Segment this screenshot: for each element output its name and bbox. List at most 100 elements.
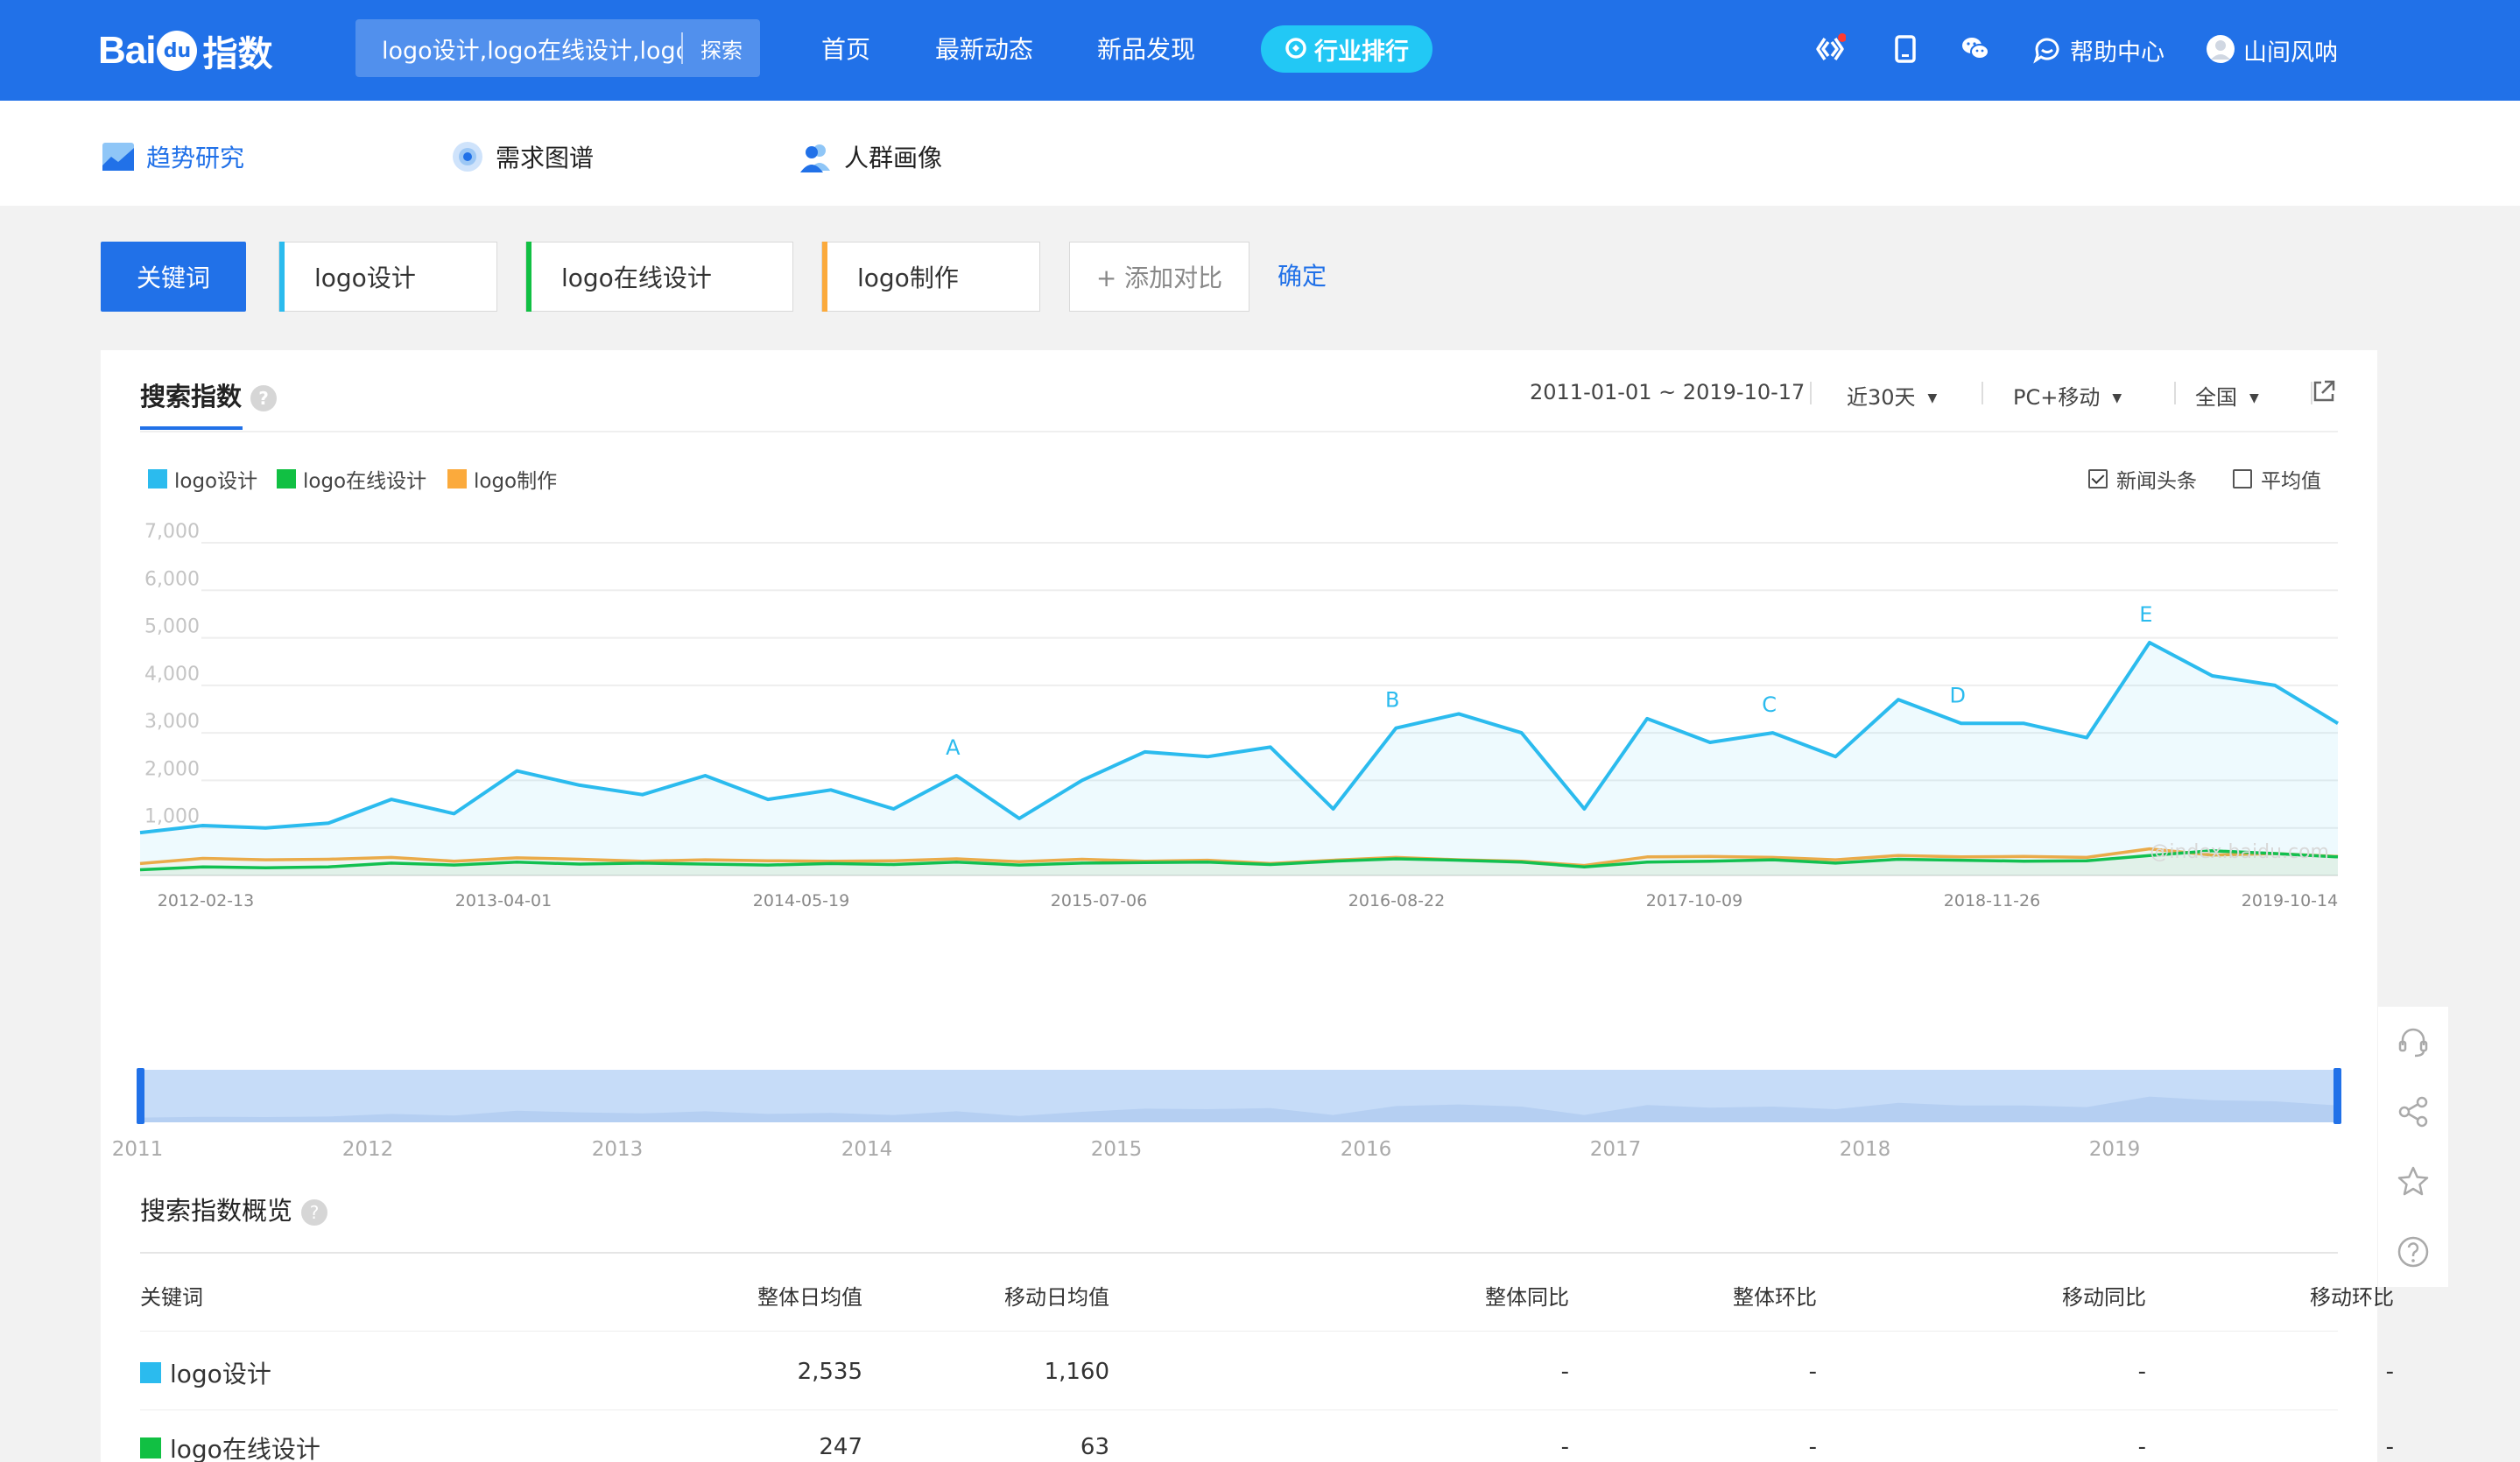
slider-year-label: 2019: [2089, 1138, 2141, 1161]
keyword-box-1[interactable]: logo设计: [278, 242, 497, 312]
share-icon[interactable]: [2396, 1094, 2431, 1129]
floating-toolbar: [2378, 1007, 2448, 1287]
row-divider: [140, 1409, 2338, 1410]
y-tick-label: 6,000: [144, 568, 200, 590]
legend-logo-online-design[interactable]: logo在线设计: [277, 464, 426, 494]
average-checkbox[interactable]: 平均值: [2233, 464, 2321, 494]
device-value: PC+移动: [2013, 385, 2101, 410]
keyword-3-label: logo制作: [857, 264, 959, 292]
help-question-icon[interactable]: [2396, 1234, 2431, 1269]
data-point: [264, 826, 267, 829]
header-mobile-mom: 移动环比: [2310, 1285, 2394, 1310]
time-range-slider[interactable]: 2011 2012 2013 2014 2015 2016 2017 2018 2019: [101, 1059, 2377, 1173]
data-point: [1583, 808, 1586, 811]
top-navigation-bar: Bai du 指数 探索 首页 最新动态 新品发现 行业排行 帮助中心 山间风呐: [0, 0, 2520, 101]
add-compare-button[interactable]: + 添加对比: [1069, 242, 1249, 312]
slider-handle-right[interactable]: [2333, 1068, 2341, 1124]
data-point: [1144, 750, 1146, 753]
data-point: [453, 812, 455, 815]
baidu-index-logo[interactable]: Bai du 指数: [98, 16, 272, 86]
header-overall-yoy: 整体同比: [1485, 1285, 1569, 1310]
data-point: [1207, 756, 1209, 758]
data-point: [139, 832, 142, 834]
data-point: [579, 784, 581, 786]
region-dropdown[interactable]: 全国 ▼: [2195, 380, 2259, 411]
data-point: [1269, 746, 1271, 749]
tab-trend-research[interactable]: 趋势研究: [101, 139, 244, 174]
period-dropdown[interactable]: 近30天 ▼: [1847, 380, 1937, 411]
user-name[interactable]: 山间风呐: [2243, 33, 2338, 67]
row-yoy: -: [1560, 1434, 1569, 1460]
x-tick-label: 2013-04-01: [455, 891, 552, 910]
help-center-icon[interactable]: [2031, 33, 2063, 65]
confirm-button[interactable]: 确定: [1278, 257, 1327, 292]
checkbox-checked[interactable]: [2088, 469, 2108, 489]
row-keyword: logo设计: [140, 1355, 271, 1390]
question-icon[interactable]: ?: [301, 1199, 328, 1226]
search-index-line-chart[interactable]: 1,000 2,000 3,000 4,000 5,000 6,000 7,000 2012-…: [101, 517, 2377, 1042]
tab-demand-graph[interactable]: 需求图谱: [450, 139, 594, 174]
slider-year-label: 2018: [1840, 1138, 1891, 1161]
data-point: [2274, 684, 2277, 686]
row-divider: [140, 1331, 2338, 1332]
header-overall-daily-avg: 整体日均值: [757, 1285, 862, 1310]
overview-divider: [140, 1252, 2338, 1254]
period-value: 近30天: [1847, 385, 1916, 410]
nav-new-products[interactable]: 新品发现: [1097, 31, 1195, 66]
nav-home[interactable]: 首页: [821, 31, 870, 66]
tab-demand-graph-label: 需求图谱: [496, 144, 595, 172]
legend-swatch: [447, 469, 467, 489]
y-tick-label: 5,000: [144, 616, 200, 638]
keyword-label-button[interactable]: 关键词: [101, 242, 246, 312]
date-range-picker[interactable]: 2011-01-01 ~ 2019-10-17: [1530, 380, 1805, 404]
x-tick-label: 2016-08-22: [1348, 891, 1445, 910]
slider-year-label: 2012: [342, 1138, 394, 1161]
search-box: 探索: [355, 19, 760, 77]
device-dropdown[interactable]: PC+移动 ▼: [2013, 380, 2122, 411]
explore-button[interactable]: 探索: [683, 33, 760, 64]
x-tick-label: 2019-10-14: [2242, 891, 2338, 910]
user-avatar-icon[interactable]: [2205, 33, 2236, 65]
legend-logo-making[interactable]: logo制作: [447, 464, 557, 494]
logo-text: Bai: [98, 29, 156, 72]
annotation-label: B: [1385, 688, 1399, 713]
keyword-box-2[interactable]: logo在线设计: [525, 242, 793, 312]
nav-latest-news[interactable]: 最新动态: [935, 31, 1033, 66]
export-icon[interactable]: [2311, 378, 2337, 404]
header-mobile-yoy: 移动同比: [2062, 1285, 2146, 1310]
star-icon[interactable]: [2396, 1164, 2431, 1199]
data-point: [1834, 756, 1837, 758]
help-center-link[interactable]: 帮助中心: [2070, 33, 2165, 67]
sub-navigation: 趋势研究 需求图谱 人群画像: [0, 101, 2520, 206]
customer-service-icon[interactable]: [2396, 1024, 2431, 1059]
keyword-color-bar: [279, 242, 285, 312]
mobile-phone-icon[interactable]: [1890, 33, 1921, 65]
legend-swatch: [277, 469, 296, 489]
news-headline-checkbox[interactable]: 新闻头条: [2088, 464, 2197, 494]
brand-diamond-icon[interactable]: [1814, 33, 1846, 65]
data-point: [390, 798, 392, 801]
slider-year-label: 2014: [841, 1138, 893, 1161]
legend-logo-design[interactable]: logo设计: [148, 464, 257, 494]
checkbox-unchecked[interactable]: [2233, 469, 2252, 489]
data-point: [2023, 722, 2025, 725]
logo-text-zhishu: 指数: [202, 34, 273, 74]
data-point: [1960, 722, 1962, 725]
y-tick-label: 2,000: [144, 758, 200, 780]
card-title: 搜索指数?: [140, 376, 278, 413]
overview-title-text: 搜索指数概览: [140, 1196, 293, 1226]
region-value: 全国: [2195, 385, 2237, 410]
slider-year-label: 2017: [1590, 1138, 1642, 1161]
wechat-icon[interactable]: [1960, 33, 1991, 65]
keyword-box-3[interactable]: logo制作: [821, 242, 1040, 312]
row-yoy: -: [1560, 1359, 1569, 1385]
question-icon[interactable]: ?: [250, 385, 278, 411]
tab-crowd-portrait[interactable]: 人群画像: [799, 139, 942, 174]
search-input[interactable]: [355, 19, 681, 77]
row-mobile: 1,160: [1044, 1359, 1109, 1385]
slider-handle-left[interactable]: [137, 1068, 144, 1124]
caret-down-icon: ▼: [1927, 391, 1938, 405]
industry-ranking-button[interactable]: 行业排行: [1261, 25, 1432, 73]
data-point: [327, 822, 330, 825]
annotation-label: A: [946, 735, 961, 760]
